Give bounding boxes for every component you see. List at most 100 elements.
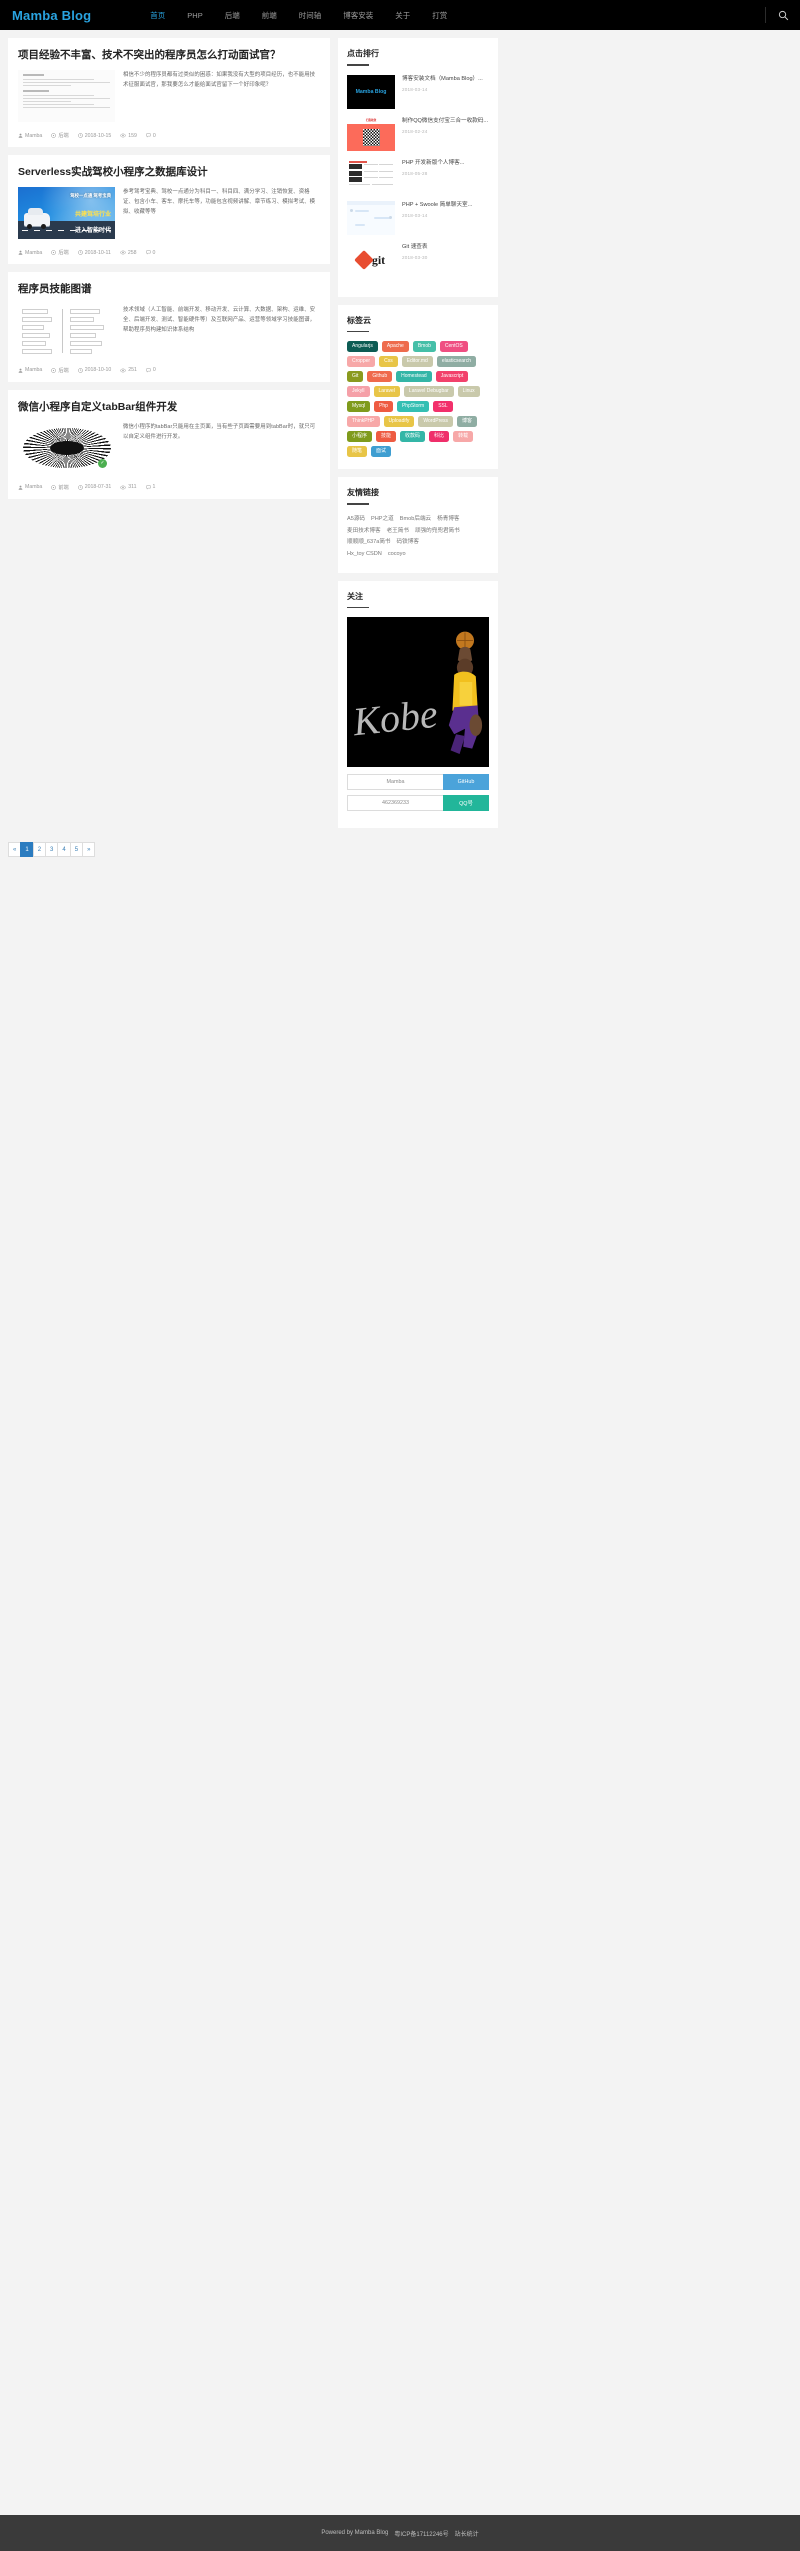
tag-7[interactable]: elasticsearch — [436, 356, 477, 368]
friend-link-8[interactable]: 码铁博客 — [397, 539, 419, 545]
ranking-thumbnail[interactable]: git — [347, 242, 395, 277]
tag-6[interactable]: Editor.md — [401, 356, 433, 368]
nav-item-7[interactable]: 打赏 — [421, 10, 458, 21]
list-item[interactable]: Mamba Blog 博客安装文档（Mamba Blog）... 2018-03… — [347, 74, 489, 109]
tag-18[interactable]: PhpStorm — [396, 401, 430, 413]
friend-link-9[interactable]: Hx_toy CSDN — [347, 551, 382, 557]
post-title[interactable]: 项目经验不丰富、技术不突出的程序员怎么打动面试官？ — [18, 48, 320, 62]
post-title[interactable]: 微信小程序自定义tabBar组件开发 — [18, 400, 320, 414]
tag-17[interactable]: Php — [374, 401, 393, 413]
qq-button[interactable]: QQ号 — [443, 795, 489, 812]
tag-11[interactable]: Javascript — [435, 371, 469, 383]
post-title[interactable]: 程序员技能图谱 — [18, 282, 320, 296]
list-item[interactable]: 扫我收款 制作QQ微信支付宝三合一收款码... 2018-02-24 — [347, 116, 489, 151]
nav-item-3[interactable]: 前端 — [251, 10, 288, 21]
tag-3[interactable]: CentOS — [439, 341, 468, 353]
tag-8[interactable]: Git — [347, 371, 364, 383]
friend-link-1[interactable]: PHP之道 — [371, 516, 394, 522]
friend-link-6[interactable]: 顽强的兜兜君简书 — [415, 528, 460, 534]
github-button[interactable]: GitHub — [443, 774, 489, 791]
tag-25[interactable]: 技能 — [376, 431, 397, 443]
tag-21[interactable]: Uploadify — [383, 416, 415, 428]
friend-link-0[interactable]: A5源码 — [347, 516, 365, 522]
ranking-thumbnail[interactable] — [347, 158, 395, 193]
pagination-next[interactable]: » — [82, 842, 96, 858]
tag-22[interactable]: WordPress — [418, 416, 454, 428]
tag-29[interactable]: 随笔 — [347, 446, 368, 458]
pagination-prev[interactable]: « — [8, 842, 21, 858]
tag-4[interactable]: Cropper — [347, 356, 376, 368]
tag-19[interactable]: SSL — [433, 401, 453, 413]
ranking-thumbnail[interactable] — [347, 200, 395, 235]
post-thumbnail[interactable]: ✓ — [18, 421, 115, 474]
tag-20[interactable]: ThinkPHP — [347, 416, 380, 428]
post-card[interactable]: 项目经验不丰富、技术不突出的程序员怎么打动面试官？ 相信不少的程序员都有过类似的… — [8, 38, 330, 148]
tag-16[interactable]: Mysql — [347, 401, 371, 413]
list-item[interactable]: PHP + Swoole 简单聊天室... 2018-03-14 — [347, 200, 489, 235]
ranking-date: 2018-03-14 — [402, 213, 428, 219]
nav-item-0[interactable]: 首页 — [139, 10, 176, 21]
meta-category[interactable]: 后端 — [51, 367, 69, 374]
tag-28[interactable]: 转载 — [453, 431, 474, 443]
tag-27[interactable]: 科比 — [429, 431, 450, 443]
post-thumbnail[interactable] — [18, 70, 115, 123]
meta-category-label: 前端 — [58, 484, 69, 491]
ranking-thumbnail[interactable]: Mamba Blog — [347, 74, 395, 109]
post-thumbnail[interactable]: 驾校一点通 驾考宝典 共建驾培行业 进入智能时代 — [18, 187, 115, 240]
footer-icp[interactable]: 粤ICP备17112246号 — [394, 2529, 448, 2538]
tag-15[interactable]: Linux — [457, 386, 480, 398]
footer-stats[interactable]: 站长统计 — [455, 2529, 479, 2538]
friend-link-3[interactable]: 杨青博客 — [437, 516, 459, 522]
post-card[interactable]: 微信小程序自定义tabBar组件开发 ✓ 微信小程序的tabBar只能用在主页面… — [8, 389, 330, 499]
github-field[interactable]: Mamba — [347, 774, 443, 791]
tag-9[interactable]: Github — [367, 371, 393, 383]
search-icon[interactable] — [766, 0, 800, 30]
friend-links-card: 友情链接 A5源码 PHP之道 Bmob后端云 杨青博客麦田技术博客 老王简书 顽强的兜兜… — [338, 477, 498, 573]
basketball-player-illustration — [448, 631, 483, 755]
tag-12[interactable]: Jekyll — [347, 386, 370, 398]
pagination-page-4[interactable]: 4 — [57, 842, 70, 858]
post-card[interactable]: 程序员技能图谱 技术领域（人工智能、前端开发、移动开发、云计算、大数据、架构、运… — [8, 272, 330, 382]
tag-24[interactable]: 小程序 — [347, 431, 373, 443]
nav-item-6[interactable]: 关于 — [384, 10, 421, 21]
tag-5[interactable]: Css — [379, 356, 398, 368]
ranking-thumbnail[interactable]: 扫我收款 — [347, 116, 395, 151]
friend-link-4[interactable]: 麦田技术博客 — [347, 528, 381, 534]
friend-link-10[interactable]: cocoyo — [388, 551, 406, 557]
pagination-page-3[interactable]: 3 — [45, 842, 58, 858]
meta-category[interactable]: 后端 — [51, 132, 69, 139]
comment-icon — [145, 485, 151, 490]
meta-author-label: Mamba — [25, 367, 43, 374]
post-card[interactable]: Serverless实战驾校小程序之数据库设计 驾校一点通 驾考宝典 共建驾培行… — [8, 155, 330, 265]
friend-link-5[interactable]: 老王简书 — [387, 528, 409, 534]
post-title[interactable]: Serverless实战驾校小程序之数据库设计 — [18, 165, 320, 179]
pagination-page-2[interactable]: 2 — [32, 842, 46, 858]
nav-item-4[interactable]: 时间轴 — [288, 10, 333, 21]
nav-item-1[interactable]: PHP — [176, 11, 213, 20]
friend-link-7[interactable]: 顺顺顺_637a简书 — [347, 539, 391, 545]
tag-14[interactable]: Laravel Debugbar — [403, 386, 454, 398]
tag-0[interactable]: Angularjs — [347, 341, 378, 353]
tag-30[interactable]: 面试 — [371, 446, 392, 458]
friend-link-2[interactable]: Bmob后端云 — [400, 516, 431, 522]
meta-views: 251 — [120, 367, 137, 373]
post-thumbnail[interactable] — [18, 304, 115, 357]
tag-10[interactable]: Homestead — [396, 371, 432, 383]
pagination-page-1[interactable]: 1 — [20, 842, 33, 858]
meta-category[interactable]: 前端 — [51, 484, 69, 491]
ranking-date: 2018-02-24 — [402, 129, 428, 135]
list-item[interactable]: PHP 开发新版个人博客... 2018-05-28 — [347, 158, 489, 193]
comment-icon — [145, 250, 151, 255]
pagination-page-5[interactable]: 5 — [69, 842, 83, 858]
qq-field[interactable]: 462369233 — [347, 795, 443, 812]
tag-2[interactable]: Bmob — [412, 341, 436, 353]
tag-23[interactable]: 博客 — [457, 416, 478, 428]
tag-26[interactable]: 收款码 — [400, 431, 426, 443]
tag-1[interactable]: Apache — [381, 341, 409, 353]
site-brand[interactable]: Mamba Blog — [12, 8, 91, 23]
list-item[interactable]: git Git 速查表 2018-03-30 — [347, 242, 489, 277]
tag-13[interactable]: Laravel — [373, 386, 400, 398]
nav-item-5[interactable]: 博客安装 — [332, 10, 384, 21]
meta-category[interactable]: 后端 — [51, 249, 69, 256]
nav-item-2[interactable]: 后端 — [214, 10, 251, 21]
